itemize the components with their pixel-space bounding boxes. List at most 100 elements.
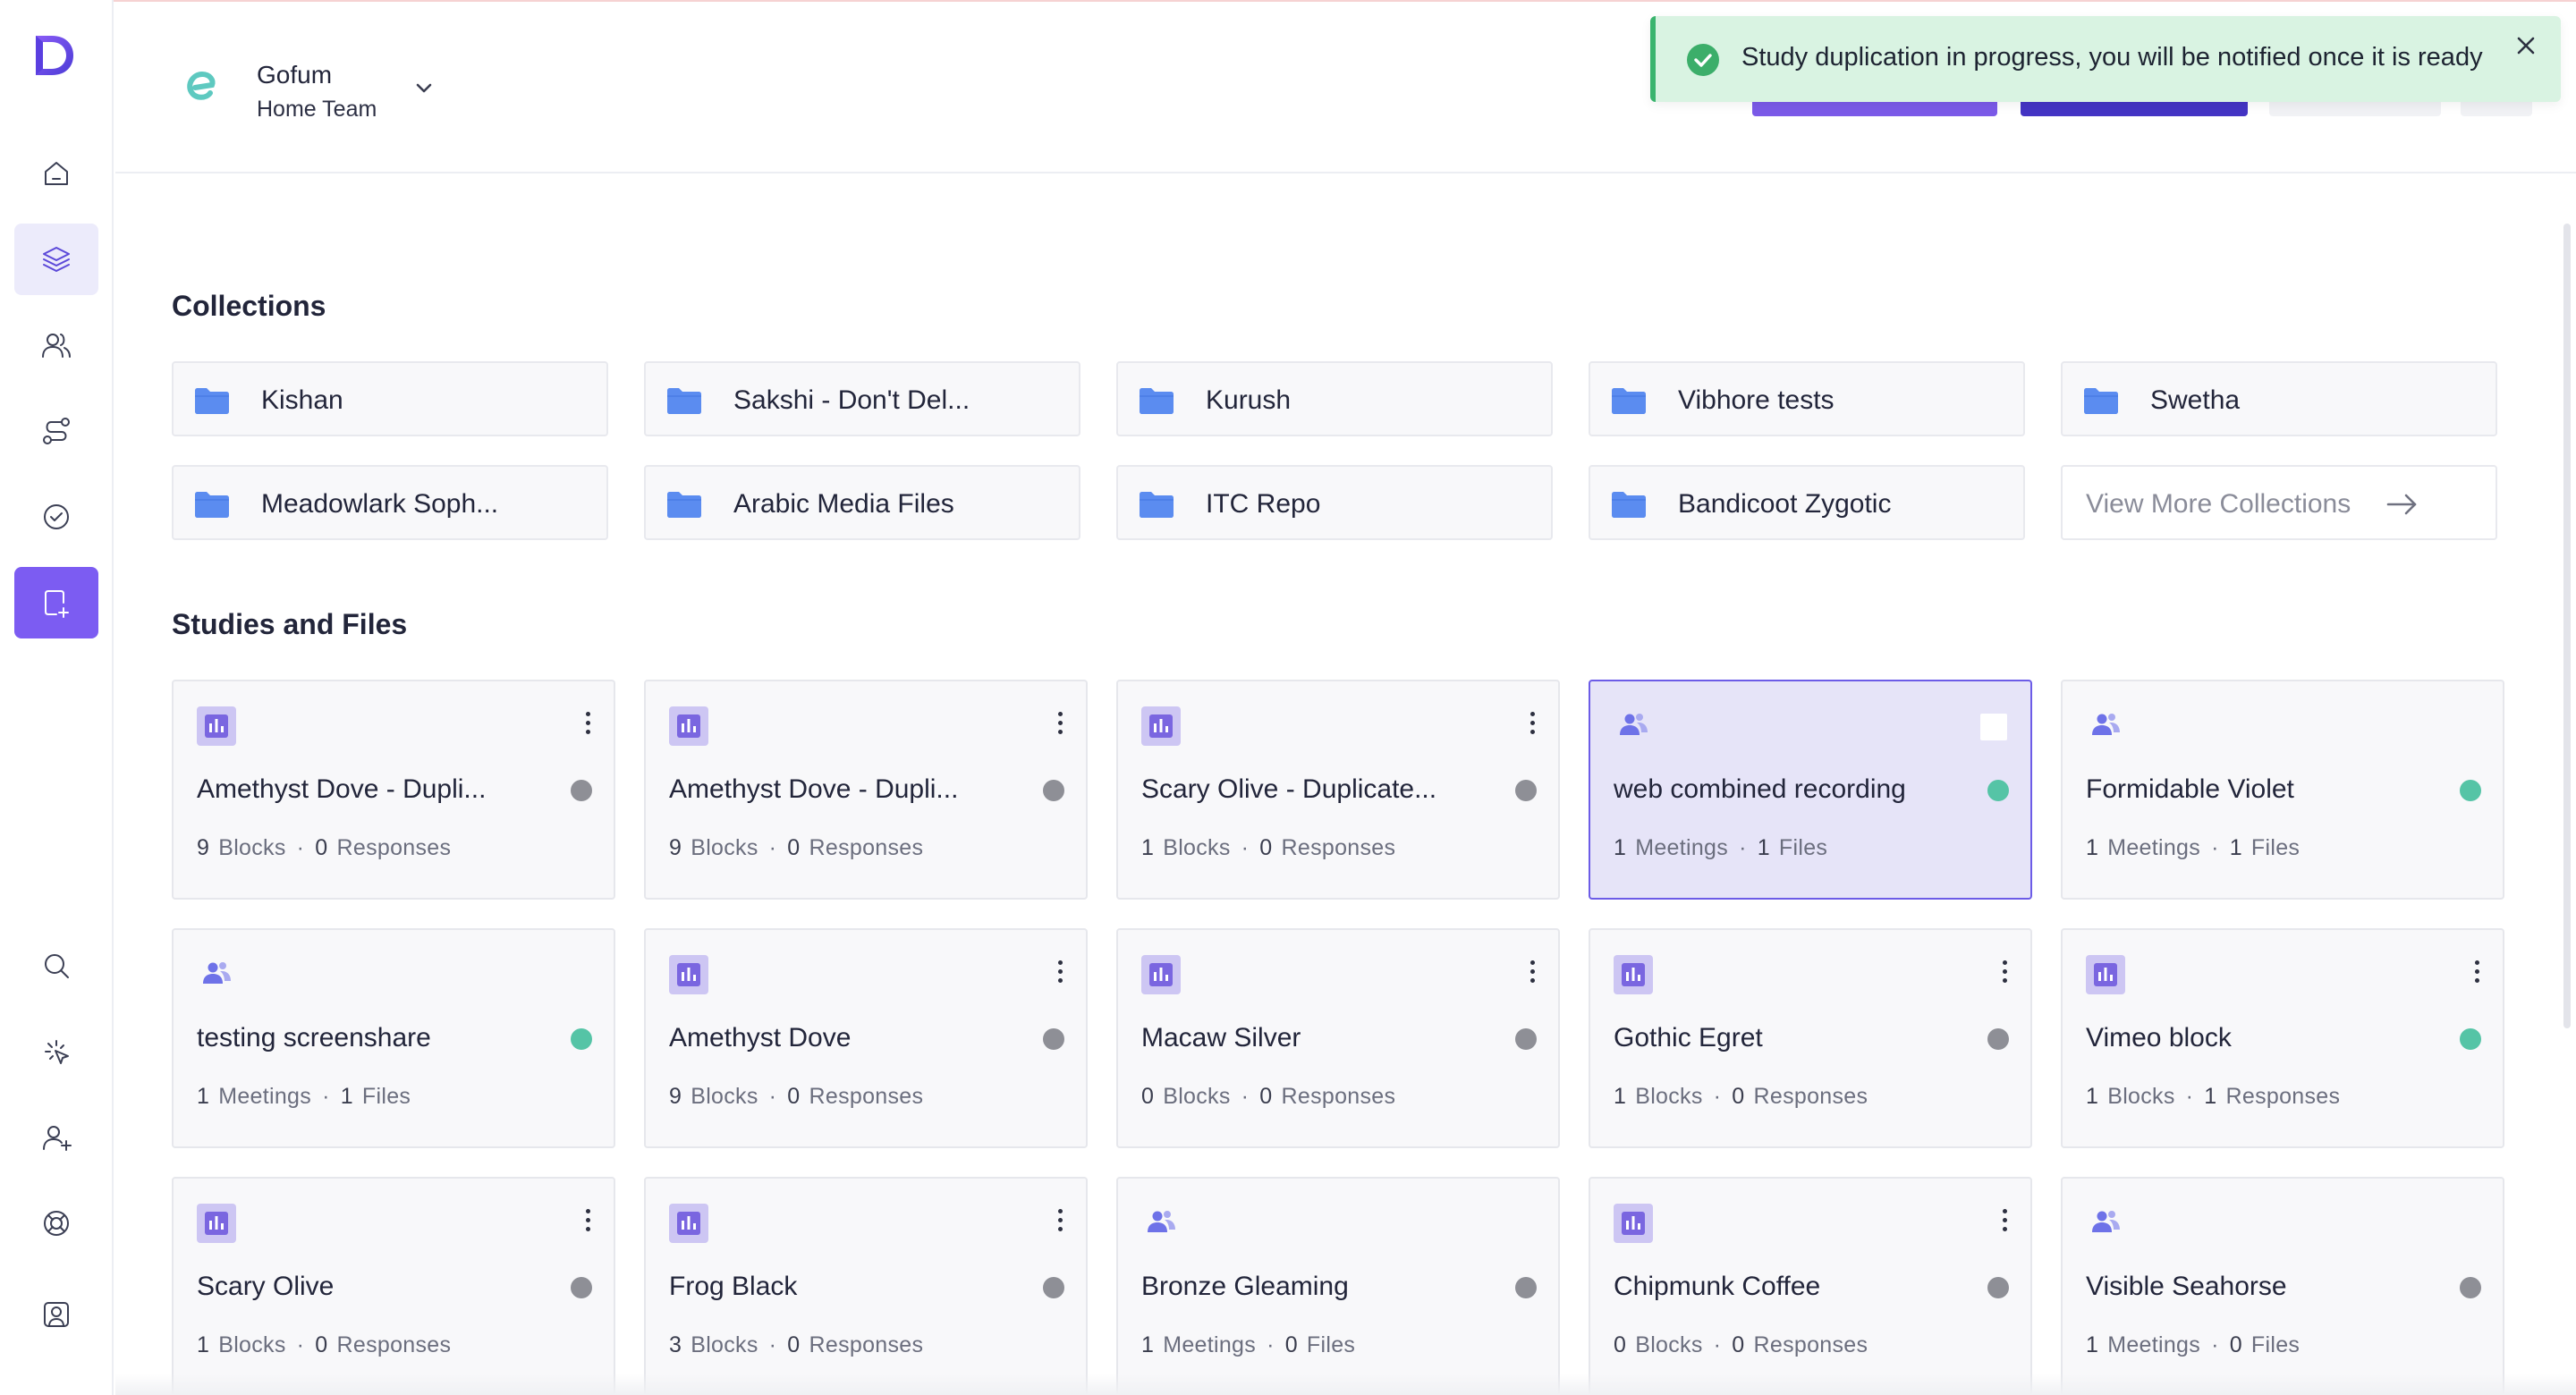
collection-label: Bandicoot Zygotic [1678, 489, 1892, 519]
study-count-2: 0 [1284, 1332, 1298, 1357]
study-card[interactable]: web combined recording 1 Meetings · 1 Files [1589, 680, 2032, 900]
study-card[interactable]: Macaw Silver 0 Blocks · 0 Responses [1116, 928, 1560, 1148]
study-meta: 1 Blocks · 1 Responses [2086, 1084, 2340, 1110]
more-options-icon[interactable] [2472, 960, 2481, 987]
collection-card[interactable]: Swetha [2061, 361, 2497, 436]
folder-icon [667, 388, 701, 414]
main-scrollbar[interactable] [2563, 224, 2571, 1028]
collection-card[interactable]: Kurush [1116, 361, 1553, 436]
view-more-collections[interactable]: View More Collections [2061, 465, 2497, 540]
nav-studies[interactable] [14, 224, 98, 295]
study-title: Visible Seahorse [2086, 1272, 2287, 1301]
study-card[interactable]: Frog Black 3 Blocks · 0 Responses [644, 1177, 1088, 1395]
study-card[interactable]: testing screenshare 1 Meetings · 1 Files [172, 928, 615, 1148]
study-title: Scary Olive - Duplicate... [1141, 774, 1437, 804]
collection-label: Swetha [2150, 385, 2241, 415]
study-meta: 1 Meetings · 1 Files [1614, 835, 1827, 861]
study-unit-2: Files [361, 1084, 411, 1109]
route-icon [43, 418, 70, 444]
more-options-icon[interactable] [1055, 712, 1064, 739]
nav-profile[interactable] [14, 1279, 98, 1350]
status-dot [2460, 1028, 2481, 1050]
study-unit-2: Responses [1753, 1084, 1868, 1109]
view-more-label: View More Collections [2086, 489, 2351, 519]
more-options-icon[interactable] [1528, 960, 1537, 987]
study-card[interactable]: Chipmunk Coffee 0 Blocks · 0 Responses [1589, 1177, 2032, 1395]
chart-icon [2086, 955, 2125, 994]
click-icon [45, 1040, 69, 1064]
collection-card[interactable]: Kishan [172, 361, 608, 436]
study-card[interactable]: Scary Olive 1 Blocks · 0 Responses [172, 1177, 615, 1395]
more-options-icon[interactable] [583, 1209, 592, 1236]
more-options-icon[interactable] [583, 712, 592, 739]
more-options-icon[interactable] [2000, 1209, 2009, 1236]
study-count-1: 1 [2086, 1084, 2099, 1109]
study-title: Frog Black [669, 1272, 798, 1301]
more-options-icon[interactable] [1528, 712, 1537, 739]
collections-heading: Collections [172, 290, 326, 322]
people-icon [203, 962, 231, 984]
folder-icon [2084, 388, 2118, 414]
study-count-2: 1 [1757, 835, 1770, 860]
study-card[interactable]: Scary Olive - Duplicate... 1 Blocks · 0 Respo… [1116, 680, 1560, 900]
collection-card[interactable]: Bandicoot Zygotic [1589, 465, 2025, 540]
collection-card[interactable]: Arabic Media Files [644, 465, 1080, 540]
status-dot [571, 1277, 592, 1298]
more-options-icon[interactable] [1055, 960, 1064, 987]
collection-label: Vibhore tests [1678, 385, 1835, 415]
folder-icon [1140, 492, 1174, 518]
study-card[interactable]: Visible Seahorse 1 Meetings · 0 Files [2061, 1177, 2504, 1395]
study-unit-1: Blocks [691, 1084, 758, 1109]
status-dot [1987, 1028, 2009, 1050]
study-meta: 9 Blocks · 0 Responses [197, 835, 451, 861]
study-unit-2: Responses [809, 1084, 924, 1109]
select-checkbox[interactable] [1980, 714, 2007, 740]
status-dot [1515, 1277, 1537, 1298]
nav-tasks[interactable] [14, 481, 98, 553]
collection-card[interactable]: Meadowlark Soph... [172, 465, 608, 540]
team-switcher-chevron[interactable] [411, 75, 437, 102]
status-dot [2460, 780, 2481, 801]
collection-card[interactable]: ITC Repo [1116, 465, 1553, 540]
team-name[interactable]: Gofum [257, 61, 332, 89]
toast-close-button[interactable] [2511, 30, 2541, 61]
study-card[interactable]: Formidable Violet 1 Meetings · 1 Files [2061, 680, 2504, 900]
study-card[interactable]: Vimeo block 1 Blocks · 1 Responses [2061, 928, 2504, 1148]
study-count-2: 0 [787, 1084, 801, 1109]
study-unit-1: Meetings [2107, 835, 2201, 860]
study-unit-2: Responses [809, 1332, 924, 1357]
collection-card[interactable]: Vibhore tests [1589, 361, 2025, 436]
collection-label: Meadowlark Soph... [261, 489, 499, 519]
app-logo-icon[interactable] [30, 32, 77, 79]
nav-journeys[interactable] [14, 395, 98, 467]
study-unit-1: Blocks [1163, 1084, 1231, 1109]
nav-invite[interactable] [14, 1102, 98, 1173]
nav-create-study[interactable] [14, 567, 98, 638]
status-dot [2460, 1277, 2481, 1298]
study-separator: · [322, 1084, 330, 1109]
nav-help[interactable] [14, 1188, 98, 1259]
user-plus-icon [43, 1126, 72, 1151]
nav-search[interactable] [14, 930, 98, 1002]
study-separator: · [768, 1332, 777, 1357]
nav-highlights[interactable] [14, 1016, 98, 1087]
nav-participants[interactable] [14, 309, 98, 381]
collection-card[interactable]: Sakshi - Don't Del... [644, 361, 1080, 436]
study-card[interactable]: Gothic Egret 1 Blocks · 0 Responses [1589, 928, 2032, 1148]
study-card[interactable]: Bronze Gleaming 1 Meetings · 0 Files [1116, 1177, 1560, 1395]
study-card[interactable]: Amethyst Dove 9 Blocks · 0 Responses [644, 928, 1088, 1148]
study-separator: · [1267, 1332, 1275, 1357]
more-options-icon[interactable] [1055, 1209, 1064, 1236]
study-count-1: 1 [1614, 835, 1627, 860]
study-card[interactable]: Amethyst Dove - Dupli... 9 Blocks · 0 Respons… [644, 680, 1088, 900]
nav-home[interactable] [14, 138, 98, 209]
study-count-1: 1 [2086, 1332, 2099, 1357]
folder-icon [1612, 492, 1646, 518]
more-options-icon[interactable] [2000, 960, 2009, 987]
new-file-icon [45, 590, 69, 618]
study-title: Bronze Gleaming [1141, 1272, 1349, 1301]
study-card[interactable]: Amethyst Dove - Dupli... 9 Blocks · 0 Respons… [172, 680, 615, 900]
study-unit-1: Blocks [218, 835, 286, 860]
study-count-1: 0 [1141, 1084, 1155, 1109]
study-unit-2: Responses [336, 835, 452, 860]
